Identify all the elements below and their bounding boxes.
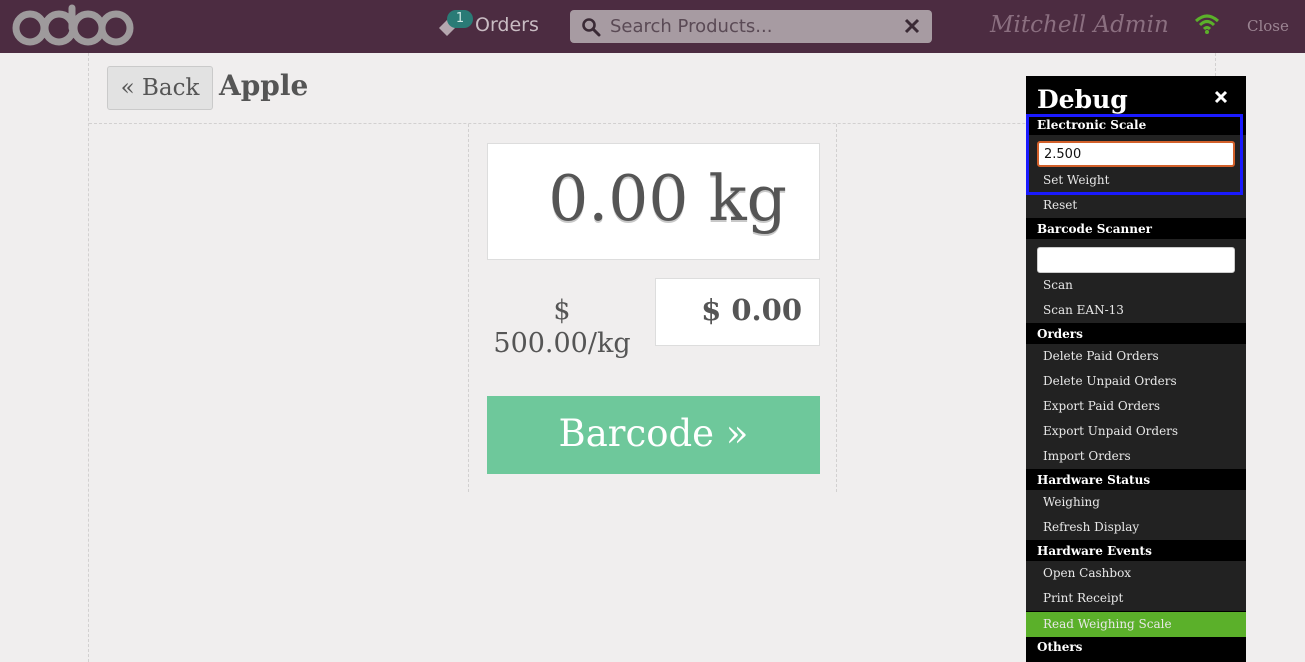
delete-unpaid-orders-button[interactable]: Delete Unpaid Orders xyxy=(1026,369,1246,394)
scan-ean13-button[interactable]: Scan EAN-13 xyxy=(1026,298,1246,323)
back-button[interactable]: « Back xyxy=(107,66,213,110)
weighing-status[interactable]: Weighing xyxy=(1026,490,1246,515)
barcode-scanner-title: Barcode Scanner xyxy=(1026,219,1246,239)
scale-input-row xyxy=(1026,135,1246,168)
orders-count-badge: 1 xyxy=(447,10,473,28)
orders-label[interactable]: Orders xyxy=(475,14,539,36)
refresh-display-button[interactable]: Refresh Display xyxy=(1026,515,1246,540)
hardware-events-title: Hardware Events xyxy=(1026,541,1246,561)
wifi-icon xyxy=(1194,14,1220,34)
orders-section-title: Orders xyxy=(1026,324,1246,344)
odoo-logo xyxy=(12,4,134,46)
pos-header: 1 Orders Mitchell Admin Close xyxy=(0,0,1305,53)
search-icon xyxy=(582,18,601,37)
import-orders-button[interactable]: Import Orders xyxy=(1026,444,1246,469)
unit-price: $ 500.00/kg xyxy=(493,295,631,359)
barcode-input[interactable] xyxy=(1037,247,1235,273)
print-receipt-button[interactable]: Print Receipt xyxy=(1026,586,1246,611)
set-weight-button[interactable]: Set Weight xyxy=(1026,168,1246,193)
close-button[interactable]: Close xyxy=(1247,17,1289,35)
export-paid-orders-button[interactable]: Export Paid Orders xyxy=(1026,394,1246,419)
weighing-column: 0.00 kg $ 500.00/kg $ 0.00 Barcode » xyxy=(468,124,837,492)
weight-display: 0.00 kg xyxy=(487,143,820,260)
product-name: Apple xyxy=(219,69,309,102)
scale-weight-input[interactable] xyxy=(1037,141,1235,167)
scan-button[interactable]: Scan xyxy=(1026,273,1246,298)
reset-button[interactable]: Reset xyxy=(1026,193,1246,218)
cashier-name[interactable]: Mitchell Admin xyxy=(990,12,1169,38)
debug-window: Debug Window Electronic Scale Set Weight… xyxy=(1026,76,1246,662)
others-section-title: Others xyxy=(1026,637,1246,657)
clear-icon[interactable] xyxy=(904,18,920,34)
hardware-status-title: Hardware Status xyxy=(1026,470,1246,490)
electronic-scale-title: Electronic Scale xyxy=(1026,115,1246,135)
total-display: $ 0.00 xyxy=(655,278,820,346)
barcode-button[interactable]: Barcode » xyxy=(487,396,820,474)
delete-paid-orders-button[interactable]: Delete Paid Orders xyxy=(1026,344,1246,369)
open-cashbox-button[interactable]: Open Cashbox xyxy=(1026,561,1246,586)
barcode-input-row xyxy=(1026,239,1246,273)
total-value: $ 0.00 xyxy=(701,293,802,327)
search-input[interactable] xyxy=(610,13,890,40)
read-weighing-scale-button[interactable]: Read Weighing Scale xyxy=(1026,612,1246,637)
close-icon[interactable] xyxy=(1214,89,1228,105)
export-unpaid-orders-button[interactable]: Export Unpaid Orders xyxy=(1026,419,1246,444)
weight-value: 0.00 kg xyxy=(548,162,787,235)
search-box xyxy=(570,10,932,43)
